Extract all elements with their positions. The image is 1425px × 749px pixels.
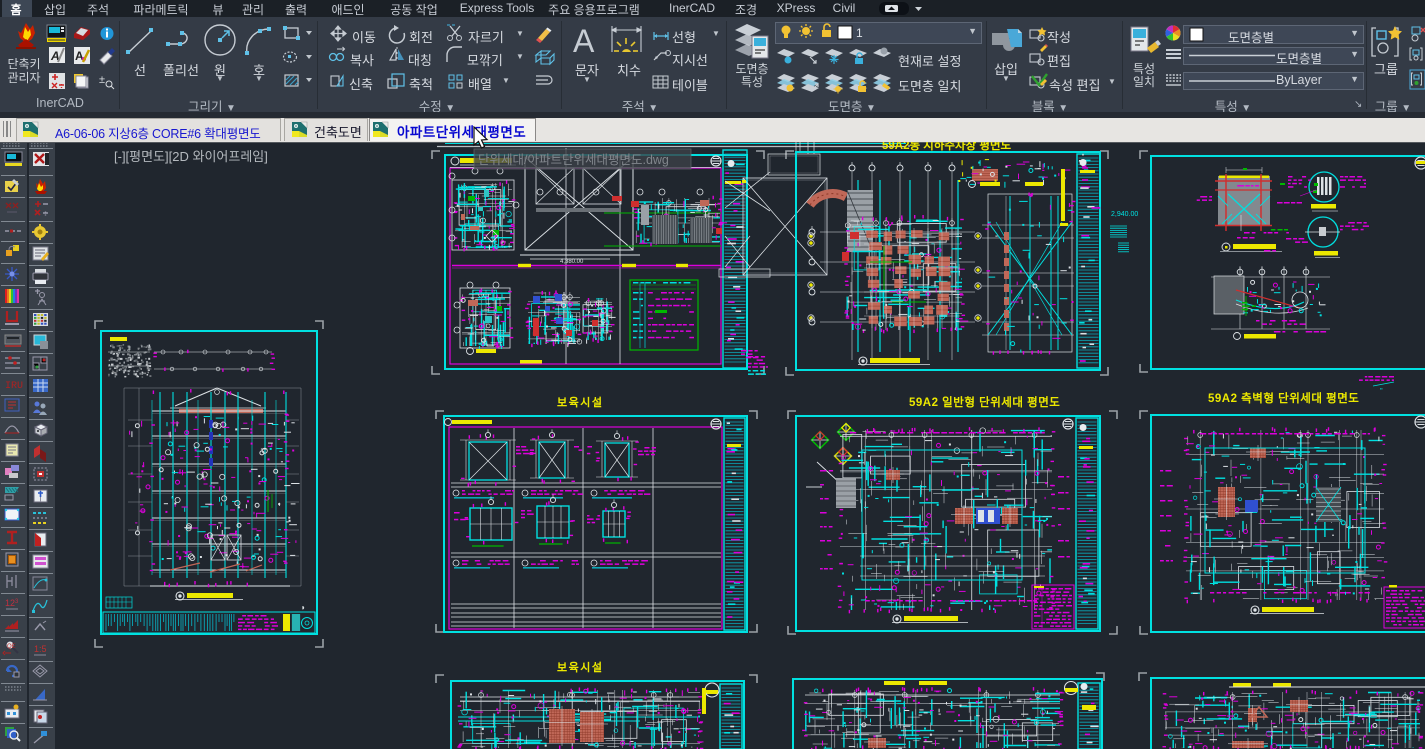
svg-text:123: 123 <box>5 598 19 608</box>
svg-text:[-][평면도][2D 와이어프레임]: [-][평면도][2D 와이어프레임] <box>114 149 268 164</box>
svg-text:1:5: 1:5 <box>34 644 47 654</box>
svg-text:4,380.00: 4,380.00 <box>560 259 584 265</box>
svg-text:▪▪: ▪▪ <box>1380 386 1383 391</box>
svg-text:59A2 일반형 단위세대 평면도: 59A2 일반형 단위세대 평면도 <box>909 395 1060 409</box>
svg-text:2,940.00: 2,940.00 <box>1111 211 1138 218</box>
svg-text:A: A <box>573 23 595 59</box>
svg-text:59A2동 지하주차장 평면도: 59A2동 지하주차장 평면도 <box>882 142 1012 152</box>
svg-text:보육시설: 보육시설 <box>557 660 603 674</box>
svg-text:QE: QE <box>7 644 16 650</box>
svg-text:◑: ◑ <box>300 603 305 612</box>
svg-text:보육시설: 보육시설 <box>557 395 603 409</box>
svg-text:59A2 측벽형 단위세대 평면도: 59A2 측벽형 단위세대 평면도 <box>1208 391 1359 405</box>
svg-text:IRU: IRU <box>5 381 23 392</box>
svg-text:±: ± <box>99 74 105 86</box>
